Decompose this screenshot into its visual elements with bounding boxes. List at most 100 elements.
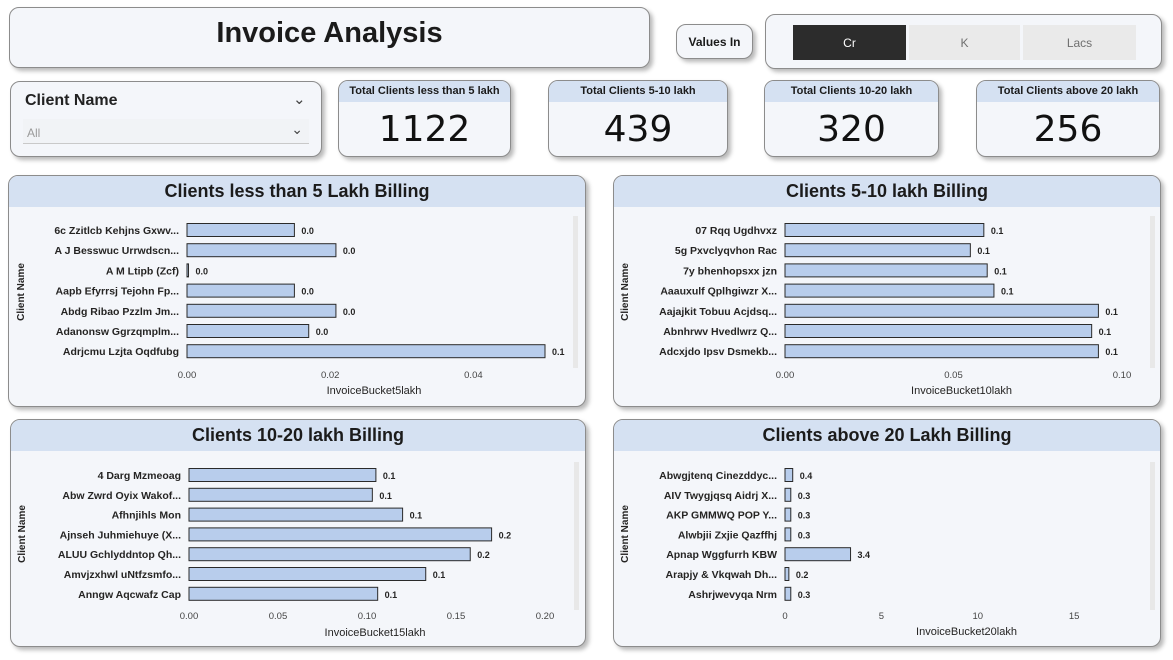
category-label: Adanonsw Ggrzqmplm... — [56, 326, 179, 338]
kpi-card-under-5-lakh: Total Clients less than 5 lakh 1122 — [338, 80, 511, 157]
data-label: 0.1 — [994, 266, 1007, 276]
category-label: 6c Zzitlcb Kehjns Gxwv... — [54, 225, 179, 237]
unit-option-k[interactable]: K — [909, 25, 1020, 60]
x-axis-title: InvoiceBucket15lakh — [325, 627, 426, 639]
bar — [784, 263, 988, 278]
x-tick-label: 0.15 — [447, 611, 466, 622]
kpi-value: 256 — [1033, 109, 1103, 150]
category-label: Arapjy & Vkqwah Dh... — [666, 569, 778, 581]
bar — [188, 567, 427, 581]
y-axis-title: Client Name — [620, 263, 631, 321]
data-label: 0.4 — [800, 471, 813, 481]
client-name-dropdown[interactable]: All ⌄ — [23, 119, 309, 144]
x-tick-label: 10 — [972, 611, 983, 622]
bar — [784, 303, 1099, 318]
category-label: 5g Pxvclyqvhon Rac — [675, 245, 777, 257]
bar — [784, 324, 1093, 338]
scrollbar[interactable] — [574, 462, 579, 610]
category-label: Aapb Efyrrsj Tejohn Fp... — [56, 286, 180, 298]
category-label: Aaauxulf Qplhgiwzr X... — [660, 286, 777, 298]
scrollbar[interactable] — [1150, 216, 1155, 368]
data-label: 0.1 — [977, 246, 990, 256]
bar — [188, 507, 404, 522]
chevron-down-icon[interactable]: ⌄ — [291, 121, 303, 138]
bar — [188, 547, 471, 562]
category-label: Afhnjihls Mon — [112, 510, 181, 522]
x-tick-label: 0.00 — [776, 370, 795, 381]
y-axis-title: Client Name — [620, 505, 631, 563]
data-label: 0.1 — [552, 347, 565, 357]
scrollbar[interactable] — [1150, 462, 1155, 610]
data-label: 0.3 — [798, 491, 811, 501]
category-label: Amvjzxhwl uNtfzsmfo... — [64, 569, 181, 581]
scrollbar[interactable] — [573, 216, 578, 368]
data-label: 0.1 — [991, 226, 1004, 236]
category-label: Ashrjwevyqa Nrm — [688, 589, 777, 601]
bar-chart-10-20-lakh: 4 Darg Mzmeoag 0.1 Abw Zwrd Oyix Wakof... 0… — [17, 468, 554, 639]
category-label: Apnap Wggfurrh KBW — [666, 549, 777, 561]
chevron-down-icon[interactable]: ⌄ — [293, 90, 306, 108]
x-tick-label: 15 — [1069, 611, 1080, 622]
data-label: 0.0 — [301, 226, 314, 236]
page-title: Invoice Analysis — [216, 17, 443, 49]
client-name-slicer: Client Name ⌄ All ⌄ — [10, 81, 322, 157]
data-label: 0.0 — [343, 246, 356, 256]
data-label: 0.1 — [383, 471, 396, 481]
category-label: Alwbjii Zxjie Qazffhj — [678, 529, 777, 541]
data-label: 0.1 — [385, 590, 398, 600]
bar — [784, 283, 995, 298]
values-in-label: Values In — [688, 35, 741, 49]
data-label: 3.4 — [858, 550, 871, 560]
kpi-card-10-20-lakh: Total Clients 10-20 lakh 320 — [764, 80, 939, 157]
unit-option-cr[interactable]: Cr — [793, 25, 906, 60]
x-axis-title: InvoiceBucket5lakh — [327, 385, 422, 397]
category-label: 7y bhenhopsxx jzn — [683, 265, 777, 277]
data-label: 0.0 — [301, 287, 314, 297]
bar — [188, 586, 379, 601]
category-label: Abdg Ribao Pzzlm Jm... — [61, 306, 180, 318]
category-label: 4 Darg Mzmeoag — [98, 470, 181, 482]
unit-option-lacs[interactable]: Lacs — [1023, 25, 1136, 60]
bar — [784, 487, 792, 502]
bar — [784, 507, 792, 522]
category-label: A M Ltipb (Zcf) — [106, 265, 179, 277]
kpi-value: 1122 — [378, 109, 471, 150]
category-label: ALUU Gchlyddntop Qh... — [58, 549, 181, 561]
bar — [186, 243, 337, 258]
chart-card-under-5-lakh: Clients less than 5 Lakh Billing 6c Zzit… — [8, 175, 586, 407]
y-axis-title: Client Name — [16, 263, 27, 321]
x-tick-label: 0.10 — [358, 611, 377, 622]
data-label: 0.0 — [196, 266, 209, 276]
kpi-value: 320 — [817, 109, 886, 150]
bar — [784, 527, 792, 542]
kpi-card-above-20-lakh: Total Clients above 20 lakh 256 — [976, 80, 1160, 157]
x-tick-label: 0.10 — [1113, 370, 1132, 381]
y-axis-title: Client Name — [17, 505, 28, 563]
bar — [188, 468, 377, 482]
x-tick-label: 0.00 — [178, 370, 197, 381]
chart-card-5-10-lakh: Clients 5-10 lakh Billing 07 Rqq Ugdhvxz… — [613, 175, 1161, 407]
category-label: Aajajkit Tobuu Acjdsq... — [659, 306, 777, 318]
category-label: 07 Rqq Ugdhvxz — [695, 225, 777, 237]
data-label: 0.1 — [1105, 347, 1118, 357]
kpi-label: Total Clients 5-10 lakh — [549, 81, 727, 102]
bar — [186, 324, 310, 338]
data-label: 0.2 — [477, 550, 490, 560]
category-label: Ajnseh Juhmiehuye (X... — [60, 529, 181, 541]
unit-selector: Cr K Lacs — [765, 14, 1162, 69]
x-tick-label: 0.04 — [464, 370, 483, 381]
category-label: Adcxjdo Ipsv Dsmekb... — [659, 346, 777, 358]
category-label: Abwgjtenq Cinezddyc... — [659, 470, 777, 482]
data-label: 0.1 — [1001, 287, 1014, 297]
category-label: AKP GMMWQ POP Y... — [666, 510, 777, 522]
category-label: Adrjcmu Lzjta Oqdfubg — [63, 346, 179, 358]
bar — [784, 468, 794, 482]
bar — [784, 243, 971, 258]
bar — [784, 586, 792, 601]
x-tick-label: 0.05 — [269, 611, 288, 622]
bar — [188, 487, 373, 502]
kpi-value: 439 — [603, 109, 673, 150]
data-label: 0.3 — [798, 590, 811, 600]
bar-chart-above-20-lakh: Abwgjtenq Cinezddyc... 0.4 AIV Twygjqsq Ai… — [620, 468, 1080, 638]
bar-chart-under-5-lakh: 6c Zzitlcb Kehjns Gxwv... 0.0 A J Besswuc … — [16, 223, 565, 397]
